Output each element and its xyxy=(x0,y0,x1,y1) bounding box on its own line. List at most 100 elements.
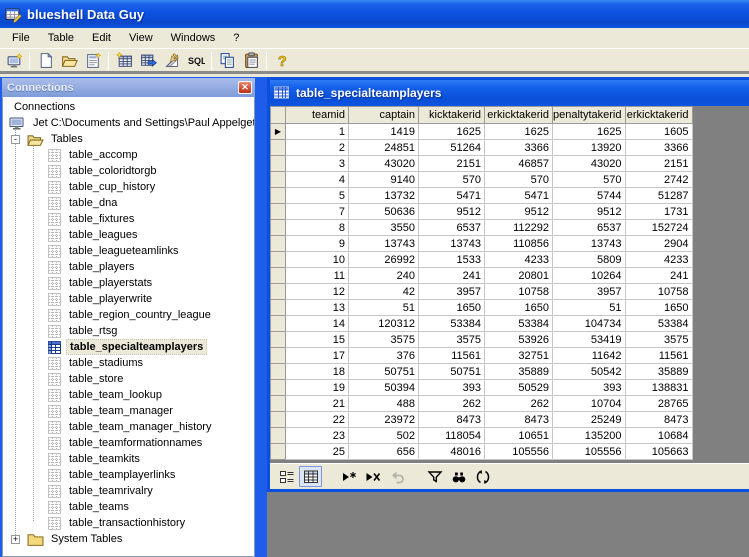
grid-cell[interactable]: 138831 xyxy=(625,380,692,396)
grid-cell[interactable]: 13920 xyxy=(553,140,626,156)
refresh-button[interactable] xyxy=(471,466,494,487)
grid-cell[interactable]: 50394 xyxy=(349,380,419,396)
row-header[interactable] xyxy=(271,204,286,220)
tree-item-table-teamkits[interactable]: table_teamkits xyxy=(3,451,254,467)
menu-item-table[interactable]: Table xyxy=(39,30,83,46)
grid-cell[interactable]: 13743 xyxy=(419,236,485,252)
grid-cell[interactable]: 1419 xyxy=(349,124,419,140)
grid-cell[interactable]: 53419 xyxy=(553,332,626,348)
grid-cell[interactable]: 656 xyxy=(349,444,419,460)
grid-cell[interactable]: 18 xyxy=(286,364,349,380)
grid-cell[interactable]: 5744 xyxy=(553,188,626,204)
grid-cell[interactable]: 1 xyxy=(286,124,349,140)
menu-item-item[interactable]: ? xyxy=(224,30,248,46)
record-marker[interactable]: ▶ xyxy=(271,124,286,140)
tree-item-table-teamformationnames[interactable]: table_teamformationnames xyxy=(3,435,254,451)
grid-cell[interactable]: 241 xyxy=(419,268,485,284)
grid-cell[interactable]: 9512 xyxy=(553,204,626,220)
datasheet-view-button[interactable] xyxy=(299,466,322,487)
grid-cell[interactable]: 24851 xyxy=(349,140,419,156)
expand-icon[interactable]: + xyxy=(11,535,20,544)
grid-cell[interactable]: 393 xyxy=(553,380,626,396)
column-header-penaltytakerid[interactable]: penaltytakerid xyxy=(553,107,626,124)
grid-cell[interactable]: 23 xyxy=(286,428,349,444)
grid-cell[interactable]: 1650 xyxy=(485,300,553,316)
tree-item-table-dna[interactable]: table_dna xyxy=(3,195,254,211)
tree-item-system-tables[interactable]: +System Tables xyxy=(3,531,254,547)
grid-cell[interactable]: 10264 xyxy=(553,268,626,284)
grid-cell[interactable]: 5471 xyxy=(419,188,485,204)
grid-cell[interactable]: 262 xyxy=(419,396,485,412)
grid-cell[interactable]: 8473 xyxy=(625,412,692,428)
tree-item-table-leagues[interactable]: table_leagues xyxy=(3,227,254,243)
filter-button[interactable] xyxy=(423,466,446,487)
grid-cell[interactable]: 3957 xyxy=(419,284,485,300)
row-header[interactable] xyxy=(271,444,286,460)
grid-cell[interactable]: 50751 xyxy=(419,364,485,380)
grid-cell[interactable]: 240 xyxy=(349,268,419,284)
grid-cell[interactable]: 28765 xyxy=(625,396,692,412)
grid-cell[interactable]: 15 xyxy=(286,332,349,348)
grid-cell[interactable]: 32751 xyxy=(485,348,553,364)
grid-cell[interactable]: 50636 xyxy=(349,204,419,220)
grid-cell[interactable]: 8473 xyxy=(485,412,553,428)
column-header-kicktakerid[interactable]: kicktakerid xyxy=(419,107,485,124)
grid-cell[interactable]: 502 xyxy=(349,428,419,444)
grid-cell[interactable]: 135200 xyxy=(553,428,626,444)
grid-cell[interactable]: 23972 xyxy=(349,412,419,428)
column-header-captain[interactable]: captain xyxy=(349,107,419,124)
grid-cell[interactable]: 20801 xyxy=(485,268,553,284)
grid-cell[interactable]: 19 xyxy=(286,380,349,396)
grid-cell[interactable]: 11561 xyxy=(625,348,692,364)
grid-cell[interactable]: 53384 xyxy=(625,316,692,332)
grid-cell[interactable]: 10758 xyxy=(625,284,692,300)
help-button[interactable]: ? xyxy=(270,50,294,72)
grid-cell[interactable]: 22 xyxy=(286,412,349,428)
grid-cell[interactable]: 376 xyxy=(349,348,419,364)
design-button[interactable] xyxy=(160,50,184,72)
grid-cell[interactable]: 1650 xyxy=(419,300,485,316)
sql-button[interactable]: SQL xyxy=(184,50,208,72)
row-header[interactable] xyxy=(271,252,286,268)
grid-cell[interactable]: 105556 xyxy=(485,444,553,460)
new-table-button[interactable] xyxy=(112,50,136,72)
row-header[interactable] xyxy=(271,220,286,236)
tree-item-table-coloridtorgb[interactable]: table_coloridtorgb xyxy=(3,163,254,179)
tree-item-table-rtsg[interactable]: table_rtsg xyxy=(3,323,254,339)
grid-cell[interactable]: 11561 xyxy=(419,348,485,364)
grid-cell[interactable]: 3575 xyxy=(419,332,485,348)
grid-cell[interactable]: 10758 xyxy=(485,284,553,300)
tree-item-table-team-manager-history[interactable]: table_team_manager_history xyxy=(3,419,254,435)
tree-item-connections[interactable]: Connections xyxy=(3,99,254,115)
open-table-button[interactable] xyxy=(136,50,160,72)
grid-cell[interactable]: 105663 xyxy=(625,444,692,460)
grid-cell[interactable]: 3575 xyxy=(349,332,419,348)
grid-cell[interactable]: 46857 xyxy=(485,156,553,172)
row-header[interactable] xyxy=(271,412,286,428)
grid-cell[interactable]: 6537 xyxy=(419,220,485,236)
grid-cell[interactable]: 4 xyxy=(286,172,349,188)
grid-cell[interactable]: 50542 xyxy=(553,364,626,380)
column-header-erkicktakerid[interactable]: erkicktakerid xyxy=(485,107,553,124)
grid-cell[interactable]: 17 xyxy=(286,348,349,364)
grid-cell[interactable]: 13743 xyxy=(349,236,419,252)
grid-cell[interactable]: 4233 xyxy=(485,252,553,268)
row-header[interactable] xyxy=(271,380,286,396)
row-header[interactable] xyxy=(271,316,286,332)
grid-cell[interactable]: 1625 xyxy=(553,124,626,140)
grid-cell[interactable]: 50529 xyxy=(485,380,553,396)
menu-item-view[interactable]: View xyxy=(120,30,162,46)
grid-cell[interactable]: 570 xyxy=(485,172,553,188)
tree-item-table-players[interactable]: table_players xyxy=(3,259,254,275)
grid-cell[interactable]: 2904 xyxy=(625,236,692,252)
grid-cell[interactable]: 21 xyxy=(286,396,349,412)
grid-cell[interactable]: 51 xyxy=(553,300,626,316)
row-header[interactable] xyxy=(271,332,286,348)
grid-cell[interactable]: 26992 xyxy=(349,252,419,268)
grid-cell[interactable]: 9 xyxy=(286,236,349,252)
tree-item-table-team-lookup[interactable]: table_team_lookup xyxy=(3,387,254,403)
grid-cell[interactable]: 1650 xyxy=(625,300,692,316)
tree-item-table-team-manager[interactable]: table_team_manager xyxy=(3,403,254,419)
grid-cell[interactable]: 10704 xyxy=(553,396,626,412)
tree-item-table-leagueteamlinks[interactable]: table_leagueteamlinks xyxy=(3,243,254,259)
